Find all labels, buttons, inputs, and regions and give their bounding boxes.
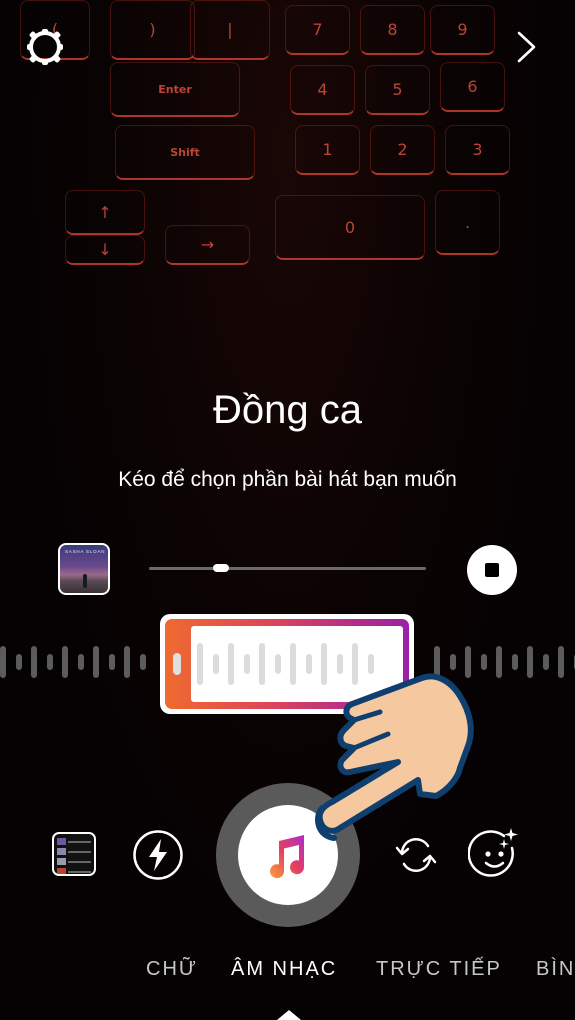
keyboard-key: 6 (440, 62, 505, 112)
flash-icon[interactable] (132, 829, 184, 881)
instruction-text: Kéo để chọn phần bài hát bạn muốn (118, 468, 457, 491)
playback-track[interactable] (149, 564, 426, 572)
album-figure (83, 574, 87, 588)
selected-waveform-bar (243, 654, 250, 674)
keyboard-key: 1 (295, 125, 360, 175)
keyboard-key: 2 (370, 125, 435, 175)
keyboard-key: 3 (445, 125, 510, 175)
waveform-bar (31, 646, 37, 678)
waveform-bar (511, 654, 518, 670)
keyboard-key: ) (110, 0, 195, 60)
selected-waveform-bar (212, 654, 219, 674)
album-art[interactable]: SASHA SLOAN (58, 543, 110, 595)
song-title: Đồng ca (213, 388, 362, 432)
mode-tab-live[interactable]: TRỰC TIẾP (376, 958, 502, 981)
mode-tab-normal[interactable]: BÌN (536, 958, 575, 981)
waveform-bar (558, 646, 564, 678)
mode-tab-music[interactable]: ÂM NHẠC (231, 958, 337, 981)
selected-waveform-bar (197, 643, 203, 685)
waveform-bar (0, 646, 6, 678)
keyboard-key: | (190, 0, 270, 60)
selected-waveform-bar (228, 643, 234, 685)
keyboard-key: 0 (275, 195, 425, 260)
gallery-button[interactable] (52, 832, 96, 876)
keyboard-key: 7 (285, 5, 350, 55)
waveform-bar (77, 654, 84, 670)
playback-thumb[interactable] (213, 564, 230, 572)
keyboard-key: . (435, 190, 500, 255)
keyboard-key: → (165, 225, 250, 265)
stop-button[interactable] (467, 545, 517, 595)
waveform-bar (46, 654, 53, 670)
keyboard-key: ↑ (65, 190, 145, 235)
keyboard-key: 9 (430, 5, 495, 55)
clip-drag-handle[interactable] (173, 653, 181, 675)
stop-icon (485, 563, 499, 577)
waveform-bar (139, 654, 146, 670)
waveform-bar (15, 654, 22, 670)
album-artist-text: SASHA SLOAN (65, 549, 106, 554)
waveform-bar (62, 646, 68, 678)
waveform-bar (496, 646, 502, 678)
music-note-icon (270, 835, 305, 879)
selected-waveform-bar (290, 643, 296, 685)
keyboard-key: 8 (360, 5, 425, 55)
chevron-right-icon[interactable] (514, 30, 540, 64)
gear-icon[interactable] (24, 26, 66, 68)
waveform-bar (108, 654, 115, 670)
selected-waveform-bar (259, 643, 265, 685)
keyboard-key: Enter (110, 62, 240, 117)
waveform-bar (93, 646, 99, 678)
keyboard-key: ↓ (65, 235, 145, 265)
pointing-hand-icon (315, 673, 474, 841)
waveform-bar (542, 654, 549, 670)
keyboard-key: 5 (365, 65, 430, 115)
mode-tab-text[interactable]: CHỮ (146, 958, 198, 981)
keyboard-key: Shift (115, 125, 255, 180)
active-tab-indicator (277, 1010, 301, 1020)
waveform-bar (527, 646, 533, 678)
selected-waveform-bar (274, 654, 281, 674)
keyboard-key: 4 (290, 65, 355, 115)
mode-tabs: CHỮ ÂM NHẠC TRỰC TIẾP BÌN (0, 958, 575, 984)
waveform-bar (124, 646, 130, 678)
